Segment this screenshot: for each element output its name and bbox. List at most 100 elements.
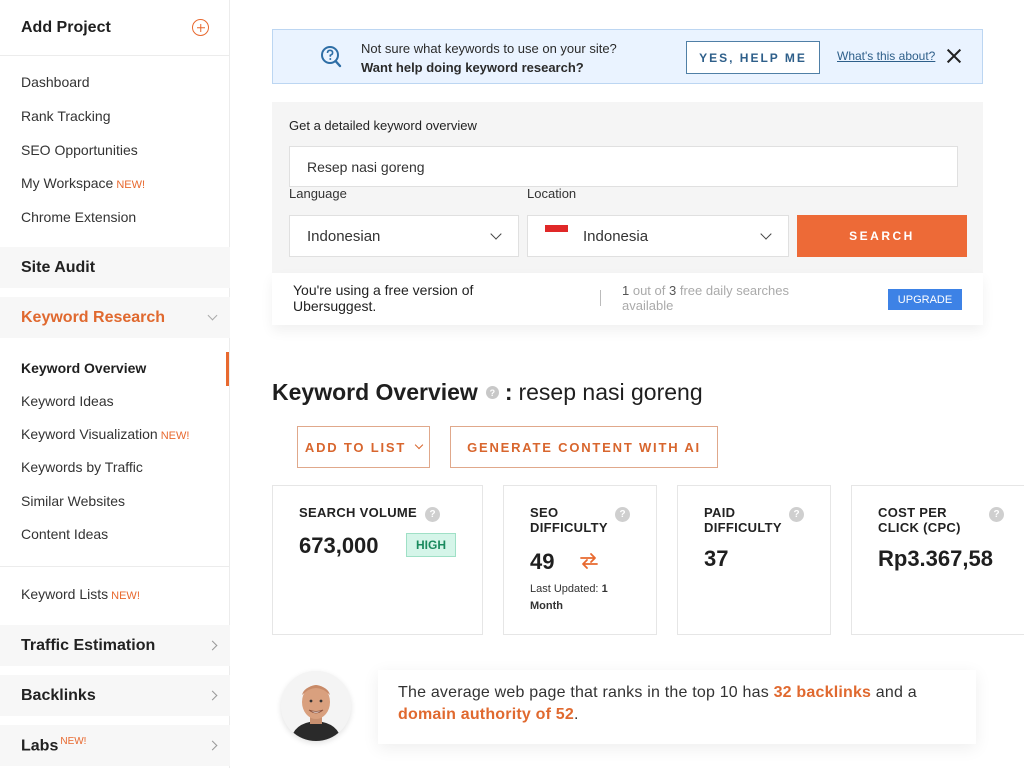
- add-project-row[interactable]: Add Project: [0, 0, 229, 56]
- keyword-text: resep nasi goreng: [518, 379, 703, 405]
- backlinks-tip: The average web page that ranks in the t…: [378, 670, 976, 744]
- sidebar-section-site-audit[interactable]: Site Audit: [0, 247, 230, 288]
- last-updated: Last Updated: 1 Month: [530, 581, 640, 615]
- sidebar-item-label: Similar Websites: [21, 493, 125, 509]
- language-label: Language: [289, 186, 347, 201]
- divider: [600, 290, 601, 306]
- chevron-right-icon: [207, 690, 218, 701]
- upgrade-button[interactable]: UPGRADE: [888, 289, 962, 310]
- tip-part-1: The average web page that ranks in the t…: [398, 684, 774, 701]
- add-to-list-button[interactable]: ADD TO LIST: [297, 426, 430, 468]
- help-icon[interactable]: ?: [425, 507, 440, 522]
- sidebar-item-label: Keywords by Traffic: [21, 459, 143, 475]
- last-updated-unit: Month: [530, 600, 563, 612]
- whats-this-about-link[interactable]: What's this about?: [837, 49, 935, 63]
- location-select[interactable]: Indonesia: [527, 215, 789, 257]
- refresh-icon[interactable]: [578, 550, 600, 572]
- search-card-title: Get a detailed keyword overview: [289, 118, 477, 133]
- cpc-value: Rp3.367,58: [878, 546, 993, 571]
- new-tag: NEW!: [60, 735, 87, 747]
- chevron-down-icon: [414, 440, 424, 450]
- sidebar-item-similar-websites[interactable]: Similar Websites: [21, 493, 125, 509]
- keyword-search-card: Get a detailed keyword overview Language…: [272, 102, 983, 273]
- help-icon[interactable]: ?: [989, 507, 1004, 522]
- keyword-overview-heading: Keyword Overview ? : resep nasi goreng: [272, 379, 703, 406]
- search-volume-value: 673,000: [299, 533, 379, 558]
- sidebar: Add Project Dashboard Rank Tracking SEO …: [0, 0, 230, 768]
- sidebar-section-labs[interactable]: Labs NEW!: [0, 725, 230, 766]
- section-label: Backlinks: [21, 686, 96, 704]
- chevron-down-icon: [490, 228, 502, 240]
- banner-line-1: Not sure what keywords to use on your si…: [361, 41, 617, 56]
- sidebar-item-seo-opportunities[interactable]: SEO Opportunities: [21, 142, 138, 158]
- yes-help-me-button[interactable]: YES, HELP ME: [686, 41, 820, 74]
- cpc-card: COST PER CLICK (CPC) ? Rp3.367,58: [851, 485, 1024, 635]
- avatar: [281, 671, 351, 741]
- sidebar-section-traffic-estimation[interactable]: Traffic Estimation: [0, 625, 230, 666]
- banner-line-2: Want help doing keyword research?: [361, 60, 584, 75]
- section-label: Site Audit: [21, 258, 96, 276]
- volume-badge: HIGH: [406, 533, 456, 557]
- page-title: Keyword Overview: [272, 379, 478, 405]
- metric-label: COST PER CLICK (CPC): [878, 505, 961, 535]
- language-select[interactable]: Indonesian: [289, 215, 519, 257]
- location-label: Location: [527, 186, 577, 201]
- help-icon[interactable]: ?: [789, 507, 804, 522]
- daily-searches-text: 1 out of 3 free daily searches available: [622, 283, 842, 313]
- metric-label-line-2: DIFFICULTY: [530, 520, 608, 535]
- tip-part-2: and a: [871, 684, 917, 701]
- last-updated-number: 1: [601, 583, 608, 595]
- keyword-input[interactable]: [289, 146, 958, 187]
- sidebar-item-keyword-lists[interactable]: Keyword Lists NEW!: [21, 586, 140, 602]
- sidebar-item-label: Dashboard: [21, 74, 90, 90]
- avatar-portrait-icon: [281, 671, 351, 741]
- sidebar-item-keyword-visualization[interactable]: Keyword Visualization NEW!: [21, 426, 189, 442]
- search-volume-card: SEARCH VOLUME ? 673,000 HIGH: [272, 485, 483, 635]
- divider: [0, 566, 230, 567]
- metric-label-line-2: DIFFICULTY: [704, 520, 782, 535]
- chevron-right-icon: [207, 640, 218, 651]
- close-icon[interactable]: [945, 47, 963, 65]
- new-tag: NEW!: [111, 590, 140, 602]
- sidebar-item-label: My Workspace: [21, 175, 114, 191]
- search-button[interactable]: SEARCH: [797, 215, 967, 257]
- new-tag: NEW!: [160, 430, 190, 442]
- sidebar-item-keyword-overview[interactable]: Keyword Overview: [21, 360, 146, 376]
- sidebar-section-keyword-research[interactable]: Keyword Research: [0, 297, 230, 338]
- language-value: Indonesian: [307, 227, 381, 245]
- section-label: Labs NEW!: [21, 736, 86, 755]
- chevron-right-icon: [207, 740, 218, 751]
- add-to-list-label: ADD TO LIST: [304, 439, 407, 455]
- tip-part-3: .: [573, 706, 579, 723]
- metric-label: PAID DIFFICULTY: [704, 505, 782, 535]
- sidebar-section-backlinks[interactable]: Backlinks: [0, 675, 230, 716]
- sidebar-item-my-workspace[interactable]: My Workspace NEW!: [21, 175, 145, 191]
- free-version-message: You're using a free version of Ubersugge…: [293, 282, 474, 314]
- sidebar-item-label: Rank Tracking: [21, 108, 111, 124]
- sidebar-item-label: SEO Opportunities: [21, 142, 138, 158]
- sidebar-item-dashboard[interactable]: Dashboard: [21, 74, 90, 90]
- help-icon[interactable]: ?: [615, 507, 630, 522]
- chevron-down-icon: [207, 310, 218, 321]
- metric-label-line-1: COST PER: [878, 505, 947, 520]
- sidebar-item-chrome-extension[interactable]: Chrome Extension: [21, 209, 136, 225]
- generate-content-label: GENERATE CONTENT WITH AI: [467, 439, 701, 455]
- labs-label: Labs: [21, 737, 59, 755]
- backlinks-highlight: 32 backlinks: [773, 684, 872, 701]
- help-icon[interactable]: ?: [485, 386, 499, 399]
- location-value: Indonesia: [583, 227, 649, 245]
- sidebar-item-keyword-ideas[interactable]: Keyword Ideas: [21, 393, 114, 409]
- sidebar-item-keywords-by-traffic[interactable]: Keywords by Traffic: [21, 459, 143, 475]
- sidebar-item-label: Content Ideas: [21, 526, 109, 542]
- sidebar-item-rank-tracking[interactable]: Rank Tracking: [21, 108, 110, 124]
- sidebar-item-label: Keyword Overview: [21, 360, 147, 376]
- seo-difficulty-card: SEO DIFFICULTY ? 49 Last Updated: 1 Month: [503, 485, 657, 635]
- generate-content-ai-button[interactable]: GENERATE CONTENT WITH AI: [450, 426, 718, 468]
- seo-difficulty-value: 49: [530, 549, 555, 574]
- search-question-icon: [321, 46, 342, 68]
- plus-circle-icon[interactable]: [192, 19, 209, 36]
- add-project-label: Add Project: [21, 18, 111, 36]
- sidebar-item-content-ideas[interactable]: Content Ideas: [21, 526, 108, 542]
- metric-label-line-1: PAID: [704, 505, 736, 520]
- indonesia-flag-icon: [545, 225, 568, 239]
